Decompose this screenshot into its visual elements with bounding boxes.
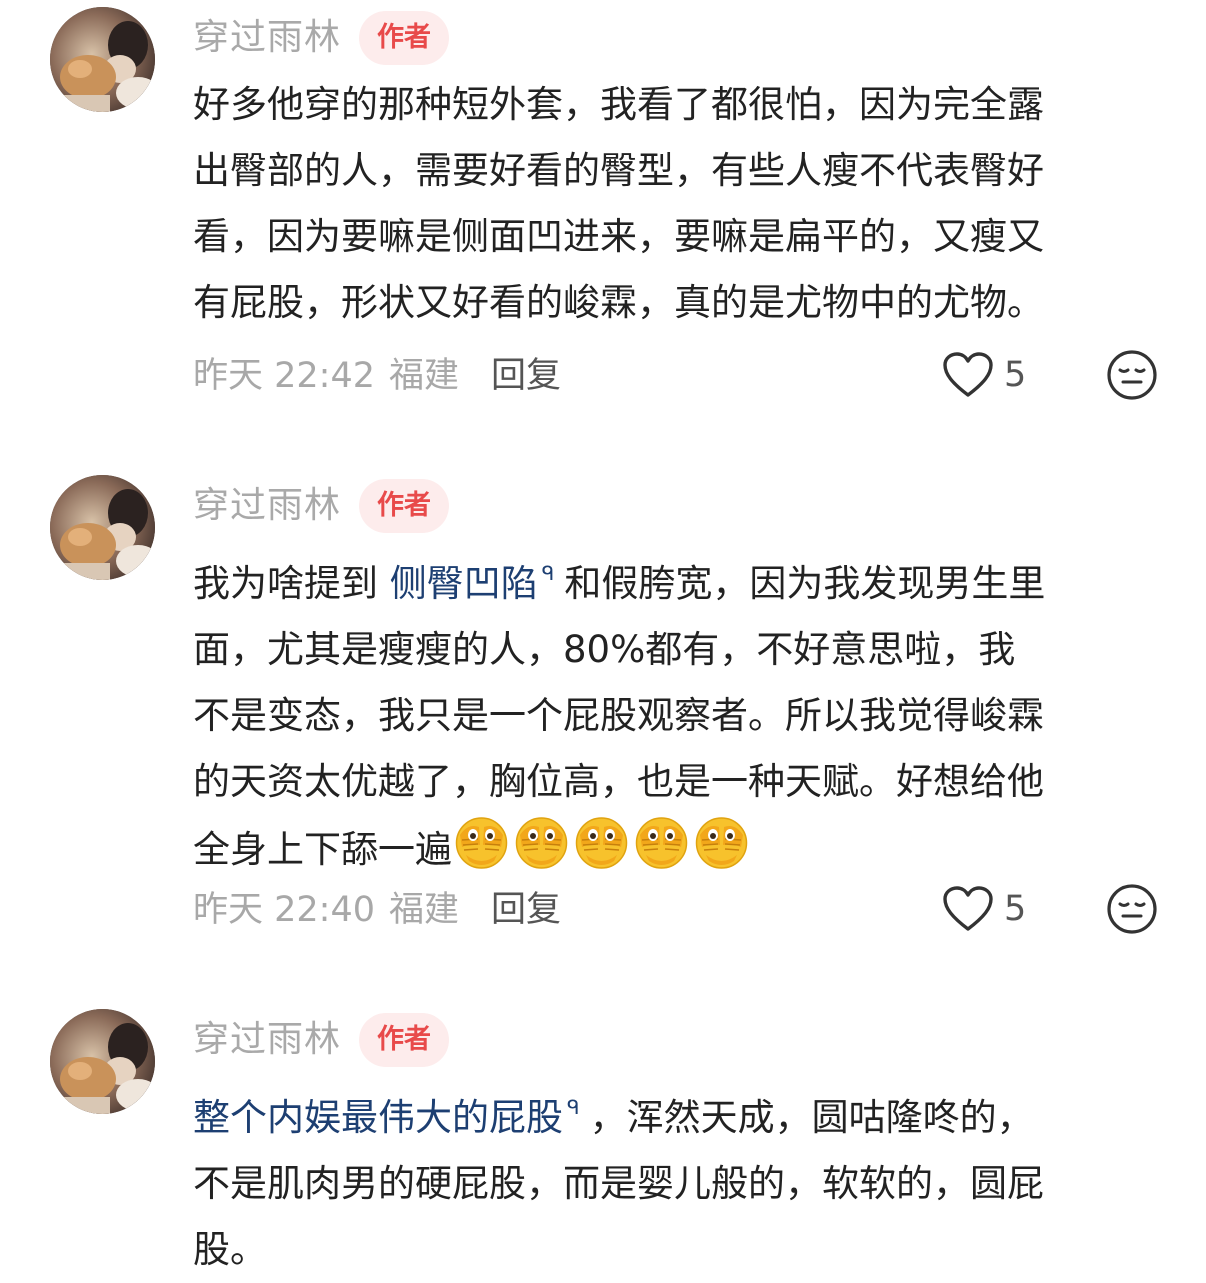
expressionless-face-icon[interactable]	[1106, 883, 1158, 939]
author-badge: 作者	[359, 11, 450, 65]
comment-location: 福建	[389, 889, 460, 930]
face-with-open-eyes-and-hand-over-mouth-icon	[634, 815, 689, 870]
comment-time: 昨天 22:42	[193, 355, 375, 396]
reply-button[interactable]: 回复	[491, 347, 561, 398]
comment-line: 有屁股，形状又好看的峻霖，真的是尤物中的尤物。	[193, 281, 1044, 324]
comment-meta: 昨天 22:42 福建 回复	[193, 347, 561, 397]
comment-item: 穿过雨林 作者 整个内娱最伟大的屁股 ᑫ ，浑然天成，圆咕隆咚的， 不是肌肉男的硬屁…	[0, 1002, 1206, 1271]
author-badge: 作者	[359, 1013, 450, 1067]
avatar[interactable]	[50, 475, 155, 580]
like-count: 5	[1004, 889, 1027, 929]
like-button[interactable]: 5	[942, 350, 1026, 400]
username[interactable]: 穿过雨林	[193, 478, 341, 534]
comment-header: 穿过雨林 作者	[193, 10, 450, 66]
topic-search-icon: ᑫ	[567, 1095, 580, 1119]
comment-line: 全身上下舔一遍	[193, 815, 1158, 883]
face-with-open-eyes-and-hand-over-mouth-icon	[694, 815, 749, 870]
comment-text[interactable]: 我为啥提到 侧臀凹陷 ᑫ 和假胯宽，因为我发现男生里 面，尤其是瘦瘦的人，80%都有…	[193, 540, 1158, 883]
face-with-open-eyes-and-hand-over-mouth-icon	[514, 815, 569, 870]
face-with-open-eyes-and-hand-over-mouth-icon	[454, 815, 509, 870]
comment-header: 穿过雨林 作者	[193, 478, 450, 534]
comment-line: 整个内娱最伟大的屁股 ᑫ ，浑然天成，圆咕隆咚的，	[193, 1074, 1158, 1151]
comment-text[interactable]: 好多他穿的那种短外套，我看了都很怕，因为完全露 出臀部的人，需要好看的臀型，有些…	[193, 72, 1158, 336]
comment-line: 面，尤其是瘦瘦的人，80%都有，不好意思啦，我	[193, 628, 1016, 671]
comment-line: 好多他穿的那种短外套，我看了都很怕，因为完全露	[193, 83, 1044, 126]
comment-text-segment: ，浑然天成，圆咕隆咚的，	[589, 1096, 1034, 1139]
heart-outline-icon[interactable]	[942, 885, 994, 933]
username[interactable]: 穿过雨林	[193, 10, 341, 66]
comment-location: 福建	[389, 355, 460, 396]
comment-line: 不是变态，我只是一个屁股观察者。所以我觉得峻霖	[193, 694, 1044, 737]
heart-outline-icon[interactable]	[942, 351, 994, 399]
comment-line: 出臀部的人，需要好看的臀型，有些人瘦不代表臀好	[193, 149, 1044, 192]
comment-time: 昨天 22:40	[193, 889, 375, 930]
reply-button[interactable]: 回复	[491, 881, 561, 932]
topic-link[interactable]: 侧臀凹陷	[390, 562, 538, 605]
author-badge: 作者	[359, 479, 450, 533]
topic-search-icon: ᑫ	[541, 561, 555, 585]
comment-line: 看，因为要嘛是侧面凹进来，要嘛是扁平的，又瘦又	[193, 215, 1044, 258]
comment-item: 穿过雨林 作者 我为啥提到 侧臀凹陷 ᑫ 和假胯宽，因为我发现男生里 面，尤其是瘦瘦…	[0, 468, 1206, 958]
comment-line: 我为啥提到 侧臀凹陷 ᑫ 和假胯宽，因为我发现男生里	[193, 540, 1158, 617]
comment-text-segment: 我为啥提到	[193, 562, 378, 605]
comment-line: 的天资太优越了，胸位高，也是一种天赋。好想给他	[193, 760, 1044, 803]
comment-meta: 昨天 22:40 福建 回复	[193, 881, 561, 931]
comment-text-segment: 和假胯宽，因为我发现男生里	[564, 562, 1046, 605]
comment-item: 穿过雨林 作者 好多他穿的那种短外套，我看了都很怕，因为完全露 出臀部的人，需要…	[0, 0, 1206, 420]
comment-text-segment: 全身上下舔一遍	[193, 828, 452, 871]
comment-line: 股。	[193, 1228, 267, 1271]
avatar[interactable]	[50, 1009, 155, 1114]
avatar[interactable]	[50, 7, 155, 112]
emoji-group	[454, 815, 754, 870]
like-count: 5	[1004, 355, 1027, 395]
expressionless-face-icon[interactable]	[1106, 349, 1158, 405]
like-button[interactable]: 5	[942, 884, 1026, 934]
topic-link[interactable]: 整个内娱最伟大的屁股	[193, 1096, 563, 1139]
comment-header: 穿过雨林 作者	[193, 1012, 450, 1068]
comment-text[interactable]: 整个内娱最伟大的屁股 ᑫ ，浑然天成，圆咕隆咚的， 不是肌肉男的硬屁股，而是婴儿般的…	[193, 1074, 1158, 1283]
comment-line: 不是肌肉男的硬屁股，而是婴儿般的，软软的，圆屁	[193, 1162, 1044, 1205]
username[interactable]: 穿过雨林	[193, 1012, 341, 1068]
face-with-open-eyes-and-hand-over-mouth-icon	[574, 815, 629, 870]
